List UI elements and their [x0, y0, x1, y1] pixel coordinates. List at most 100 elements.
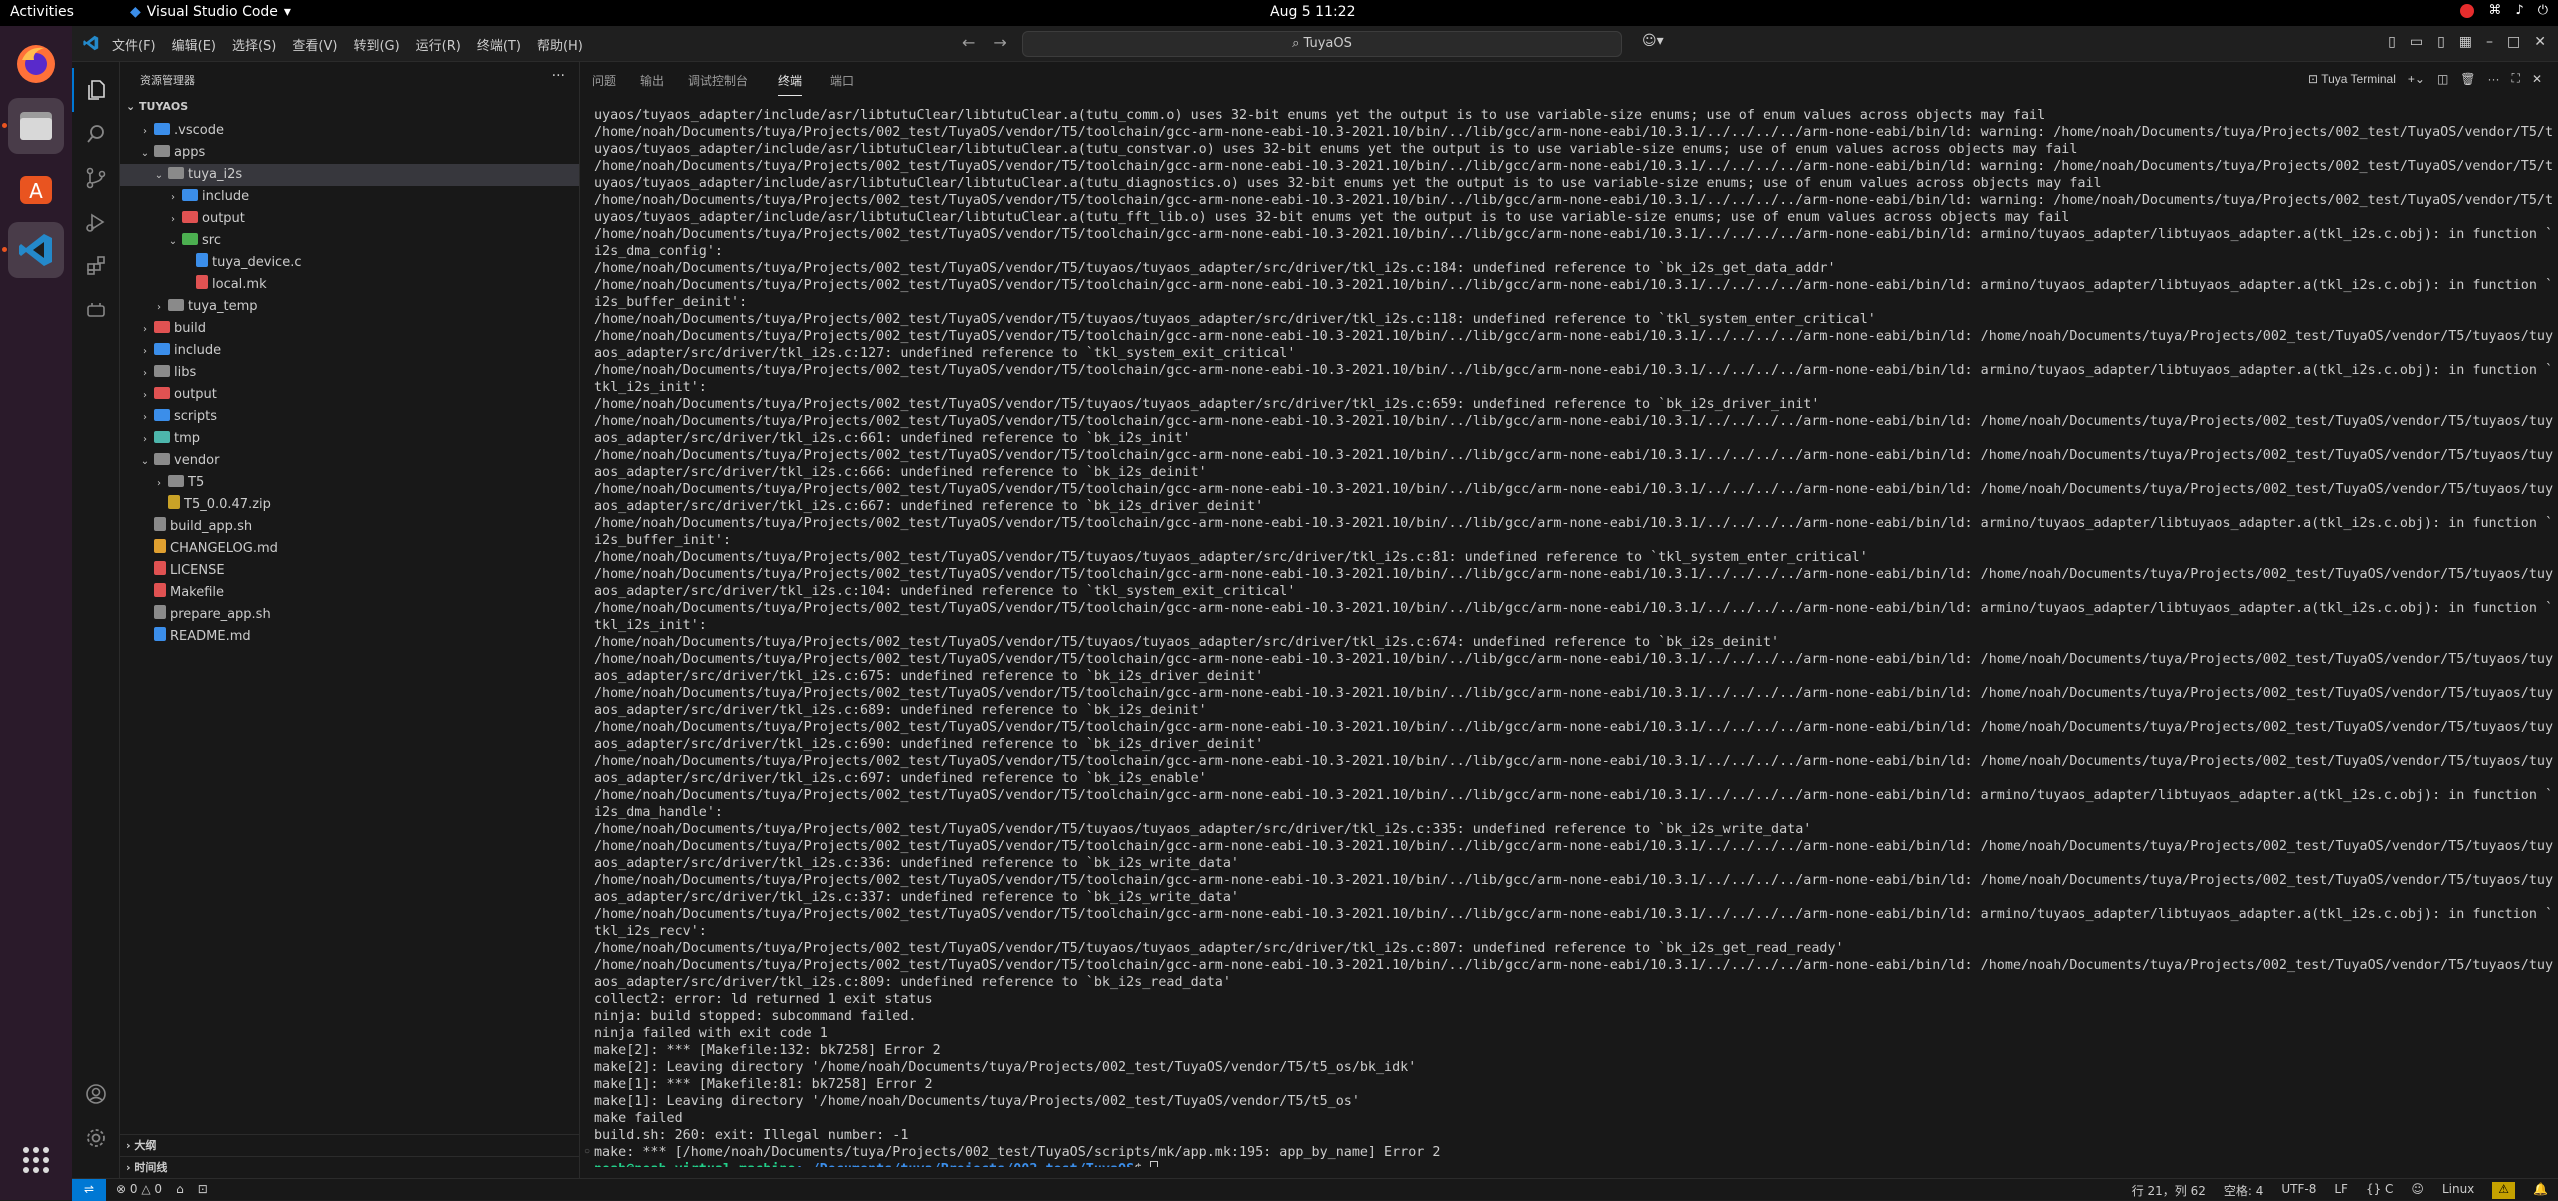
tree-item[interactable]: prepare_app.sh: [120, 604, 579, 626]
split-terminal-icon[interactable]: ◫: [2437, 72, 2448, 86]
problems-status[interactable]: ⊗ 0 △ 0: [116, 1182, 162, 1196]
terminal-status-icon[interactable]: ⊡: [198, 1182, 208, 1196]
more-actions-icon[interactable]: ···: [552, 68, 565, 84]
tree-item[interactable]: ⌄ src: [120, 230, 579, 252]
customize-layout-icon[interactable]: ▦: [2459, 34, 2472, 50]
files-icon[interactable]: [8, 98, 64, 154]
show-apps-icon[interactable]: [8, 1132, 64, 1188]
indentation[interactable]: 空格: 4: [2224, 1182, 2264, 1199]
terminal-line: /home/noah/Documents/tuya/Projects/002_t…: [594, 261, 1836, 276]
terminal-output[interactable]: uyaos/tuyaos_adapter/include/asr/libtutu…: [594, 107, 2554, 1167]
minimize-icon[interactable]: –: [2486, 34, 2493, 50]
firefox-icon[interactable]: [8, 36, 64, 92]
end-of-line[interactable]: LF: [2334, 1182, 2348, 1199]
toggle-secondary-sidebar-icon[interactable]: ▯: [2437, 34, 2445, 50]
forward-arrow-icon[interactable]: →: [993, 33, 1006, 52]
close-panel-icon[interactable]: ✕: [2532, 72, 2542, 86]
source-control-icon[interactable]: [72, 156, 120, 200]
kill-terminal-icon[interactable]: 🗑: [2460, 72, 2475, 86]
maximize-panel-icon[interactable]: ⛶: [2512, 71, 2520, 86]
terminal-instance[interactable]: ⊡ Tuya Terminal: [2308, 72, 2396, 86]
tree-item[interactable]: ⌄ vendor: [120, 450, 579, 472]
menu-item[interactable]: 终端(T): [477, 35, 521, 54]
toggle-panel-icon[interactable]: ▭: [2410, 34, 2423, 50]
tree-item[interactable]: › include: [120, 186, 579, 208]
tree-item[interactable]: › build: [120, 318, 579, 340]
recording-icon[interactable]: [2460, 3, 2475, 18]
new-terminal-icon[interactable]: +⌄: [2408, 72, 2425, 86]
tree-item[interactable]: Makefile: [120, 582, 579, 604]
terminal-line: collect2: error: ld returned 1 exit stat…: [594, 992, 933, 1007]
tree-item[interactable]: › scripts: [120, 406, 579, 428]
panel-tab[interactable]: 输出: [640, 72, 664, 89]
activities-button[interactable]: Activities: [10, 4, 74, 20]
notifications-bell-icon[interactable]: 🔔: [2533, 1182, 2548, 1199]
tree-item[interactable]: › .vscode: [120, 120, 579, 142]
tree-item[interactable]: local.mk: [120, 274, 579, 296]
vscode-dock-icon[interactable]: [8, 222, 64, 278]
extensions-icon[interactable]: [72, 244, 120, 288]
terminal-prompt[interactable]: noah@noah-virtual-machine:~/Documents/tu…: [594, 1161, 2554, 1167]
run-debug-icon[interactable]: [72, 200, 120, 244]
system-tray[interactable]: ⌘ ♪ ⏻: [2460, 3, 2548, 18]
command-center[interactable]: ⌕ TuyaOS: [1022, 31, 1622, 57]
tree-item[interactable]: tuya_device.c: [120, 252, 579, 274]
home-icon[interactable]: ⌂: [176, 1182, 184, 1196]
warning-badge-icon[interactable]: ⚠: [2492, 1182, 2516, 1199]
volume-icon[interactable]: ♪: [2515, 3, 2523, 18]
network-icon[interactable]: ⌘: [2488, 3, 2501, 18]
copilot-status-icon[interactable]: ☺: [2411, 1182, 2424, 1199]
tree-item[interactable]: CHANGELOG.md: [120, 538, 579, 560]
tuya-extension-icon[interactable]: [72, 288, 120, 332]
accounts-icon[interactable]: [72, 1072, 120, 1116]
remote-indicator-icon[interactable]: ⇌: [72, 1179, 106, 1201]
menu-item[interactable]: 编辑(E): [172, 35, 216, 54]
app-center-icon[interactable]: A: [8, 160, 64, 216]
tree-item[interactable]: › include: [120, 340, 579, 362]
more-actions-icon[interactable]: ···: [2488, 72, 2500, 86]
app-menu[interactable]: ◆ Visual Studio Code ▾: [130, 4, 291, 20]
power-icon[interactable]: ⏻: [2538, 3, 2548, 18]
terminal-line: /home/noah/Documents/tuya/Projects/002_t…: [594, 601, 2554, 616]
tree-item[interactable]: › tuya_temp: [120, 296, 579, 318]
menu-item[interactable]: 文件(F): [112, 35, 156, 54]
toggle-primary-sidebar-icon[interactable]: ▯: [2388, 34, 2396, 50]
cursor-position[interactable]: 行 21，列 62: [2132, 1182, 2206, 1199]
tree-item[interactable]: LICENSE: [120, 560, 579, 582]
encoding[interactable]: UTF-8: [2281, 1182, 2316, 1199]
menu-item[interactable]: 查看(V): [292, 35, 337, 54]
panel-tab[interactable]: 问题: [592, 72, 616, 89]
tree-item[interactable]: T5_0.0.47.zip: [120, 494, 579, 516]
menu-item[interactable]: 帮助(H): [537, 35, 583, 54]
tree-item[interactable]: build_app.sh: [120, 516, 579, 538]
platform[interactable]: Linux: [2442, 1182, 2474, 1199]
panel-tab[interactable]: 端口: [830, 72, 854, 89]
file-icon: [154, 561, 166, 575]
maximize-icon[interactable]: □: [2507, 34, 2520, 50]
outline-section[interactable]: › 大纲: [120, 1134, 579, 1156]
panel-tab[interactable]: 调试控制台: [688, 72, 748, 89]
tree-item[interactable]: ⌄ apps: [120, 142, 579, 164]
copilot-icon[interactable]: ☺▾: [1642, 33, 1664, 49]
close-icon[interactable]: ✕: [2534, 34, 2546, 50]
tree-item[interactable]: › T5: [120, 472, 579, 494]
timeline-section[interactable]: › 时间线: [120, 1156, 579, 1178]
menu-item[interactable]: 运行(R): [416, 35, 461, 54]
tree-item[interactable]: › libs: [120, 362, 579, 384]
tree-item[interactable]: README.md: [120, 626, 579, 648]
explorer-icon[interactable]: [72, 68, 120, 112]
language-mode[interactable]: {} C: [2366, 1182, 2393, 1199]
workspace-root[interactable]: ⌄ TUYAOS: [126, 100, 188, 113]
tree-item-label: tuya_i2s: [188, 167, 243, 182]
search-icon[interactable]: [72, 112, 120, 156]
back-arrow-icon[interactable]: ←: [962, 33, 975, 52]
panel-tab[interactable]: 终端: [778, 72, 803, 96]
clock[interactable]: Aug 5 11:22: [1270, 4, 1356, 20]
menu-item[interactable]: 选择(S): [232, 35, 276, 54]
tree-item[interactable]: › output: [120, 384, 579, 406]
menu-item[interactable]: 转到(G): [353, 35, 399, 54]
settings-gear-icon[interactable]: [72, 1116, 120, 1160]
tree-item[interactable]: › output: [120, 208, 579, 230]
tree-item[interactable]: › tmp: [120, 428, 579, 450]
tree-item[interactable]: ⌄ tuya_i2s: [120, 164, 579, 186]
